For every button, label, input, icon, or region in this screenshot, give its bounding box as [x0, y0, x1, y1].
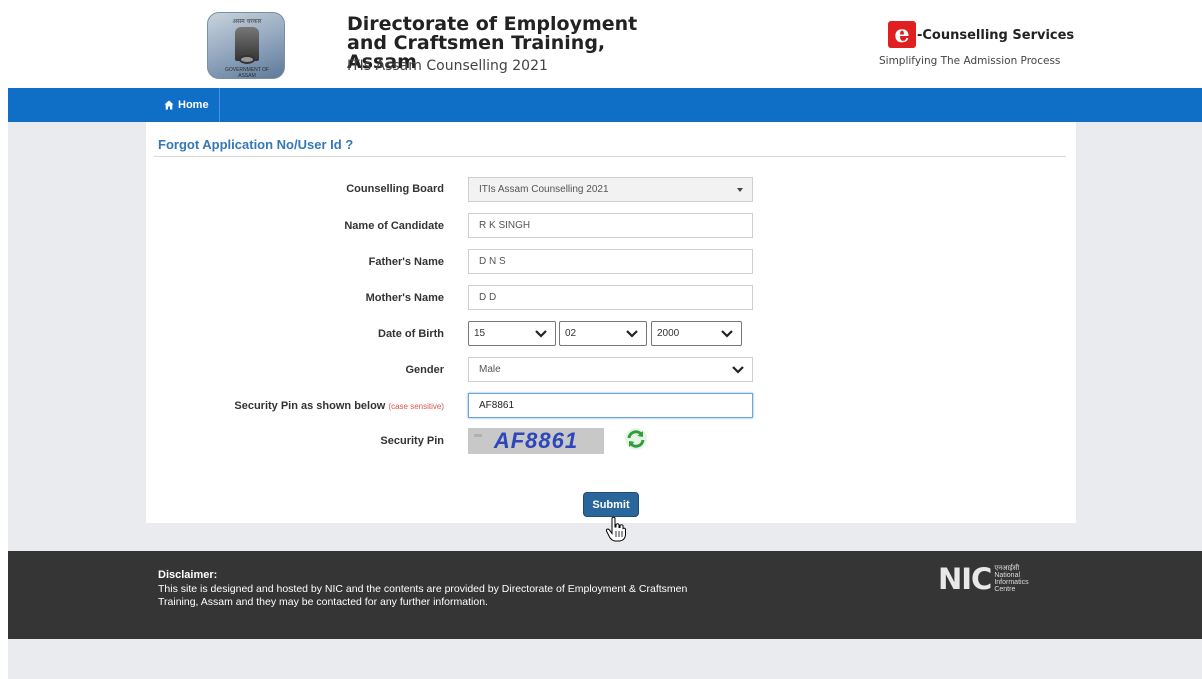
e-counselling-title: -Counselling Services: [917, 28, 1075, 43]
mother-name-input[interactable]: D D: [468, 285, 753, 310]
chevron-down-icon: [732, 366, 744, 374]
nic-mark: NIC: [938, 562, 992, 596]
form-title: Forgot Application No/User Id ?: [158, 137, 354, 152]
site-footer: Disclaimer: This site is designed and ho…: [8, 551, 1202, 639]
nav-home-label: Home: [178, 99, 209, 111]
home-icon: [164, 100, 174, 110]
disclaimer-title: Disclaimer:: [158, 569, 218, 581]
mother-name-label: Mother's Name: [365, 292, 444, 304]
chevron-down-icon: [626, 330, 638, 338]
nic-hindi-text: एनआईसी: [994, 565, 1020, 572]
dob-month-select[interactable]: 02: [559, 321, 647, 346]
chevron-down-icon: [721, 330, 733, 338]
counselling-board-value: ITIs Assam Counselling 2021: [479, 184, 609, 195]
nic-full-name: National Informatics Centre: [994, 572, 1029, 593]
gender-value: Male: [479, 364, 501, 375]
dob-day-select[interactable]: 15: [468, 321, 556, 346]
dob-year-value: 2000: [657, 328, 680, 339]
mother-name-value: D D: [479, 292, 497, 303]
nic-logo-text: एनआईसी National Informatics Centre: [994, 565, 1034, 593]
security-pin-label: Security Pin: [380, 435, 444, 447]
e-counselling-tagline: Simplifying The Admission Process: [879, 55, 1061, 67]
assam-emblem-logo: असम चरकार GOVERNMENT OF ASSAM: [207, 12, 285, 79]
dob-day-value: 15: [474, 328, 486, 339]
forgot-id-form-panel: Forgot Application No/User Id ? Counsell…: [146, 122, 1076, 523]
chevron-down-icon: [535, 330, 547, 338]
captcha-image: AF8861: [468, 428, 604, 454]
candidate-name-input[interactable]: R K SINGH: [468, 213, 753, 238]
security-pin-input-label-text: Security Pin as shown below: [234, 400, 386, 412]
submit-button[interactable]: Submit: [583, 492, 639, 517]
disclaimer-text: This site is designed and hosted by NIC …: [158, 583, 688, 608]
left-page-edge: [0, 0, 8, 679]
ashoka-wheel-icon: [239, 55, 255, 64]
case-sensitive-note: (case sensitive): [388, 402, 444, 411]
hand-pointer-cursor-icon: [605, 516, 626, 542]
nav-home-link[interactable]: Home: [154, 88, 220, 122]
dob-label: Date of Birth: [378, 328, 444, 340]
security-pin-input-value: AF8861: [479, 400, 515, 411]
emblem-top-text: असम चरकार: [232, 18, 262, 25]
e-counselling-logo-icon: e: [888, 21, 916, 48]
father-name-value: D N S: [479, 256, 506, 267]
site-header: असम चरकार GOVERNMENT OF ASSAM Directorat…: [8, 0, 1202, 88]
security-pin-input-label: Security Pin as shown below (case sensit…: [144, 400, 444, 412]
dob-year-select[interactable]: 2000: [651, 321, 742, 346]
captcha-noise: [474, 434, 482, 437]
caret-down-icon: [737, 188, 743, 192]
counselling-board-label: Counselling Board: [346, 183, 444, 195]
security-pin-input[interactable]: AF8861: [468, 393, 753, 418]
counselling-board-select[interactable]: ITIs Assam Counselling 2021: [468, 177, 753, 202]
title-divider: [154, 156, 1066, 157]
father-name-input[interactable]: D N S: [468, 249, 753, 274]
gender-label: Gender: [405, 364, 444, 376]
refresh-icon[interactable]: [624, 427, 648, 451]
gender-select[interactable]: Male: [468, 357, 753, 382]
candidate-name-value: R K SINGH: [479, 220, 531, 231]
emblem-bottom-text: GOVERNMENT OF ASSAM: [224, 67, 270, 79]
nic-logo: NIC एनआईसी National Informatics Centre: [938, 564, 1034, 594]
father-name-label: Father's Name: [368, 256, 444, 268]
org-subtitle: ITIs Assam Counselling 2021: [347, 58, 548, 74]
dob-month-value: 02: [565, 328, 577, 339]
captcha-text: AF8861: [493, 428, 579, 453]
candidate-name-label: Name of Candidate: [344, 220, 444, 232]
main-navbar: Home: [8, 88, 1202, 122]
